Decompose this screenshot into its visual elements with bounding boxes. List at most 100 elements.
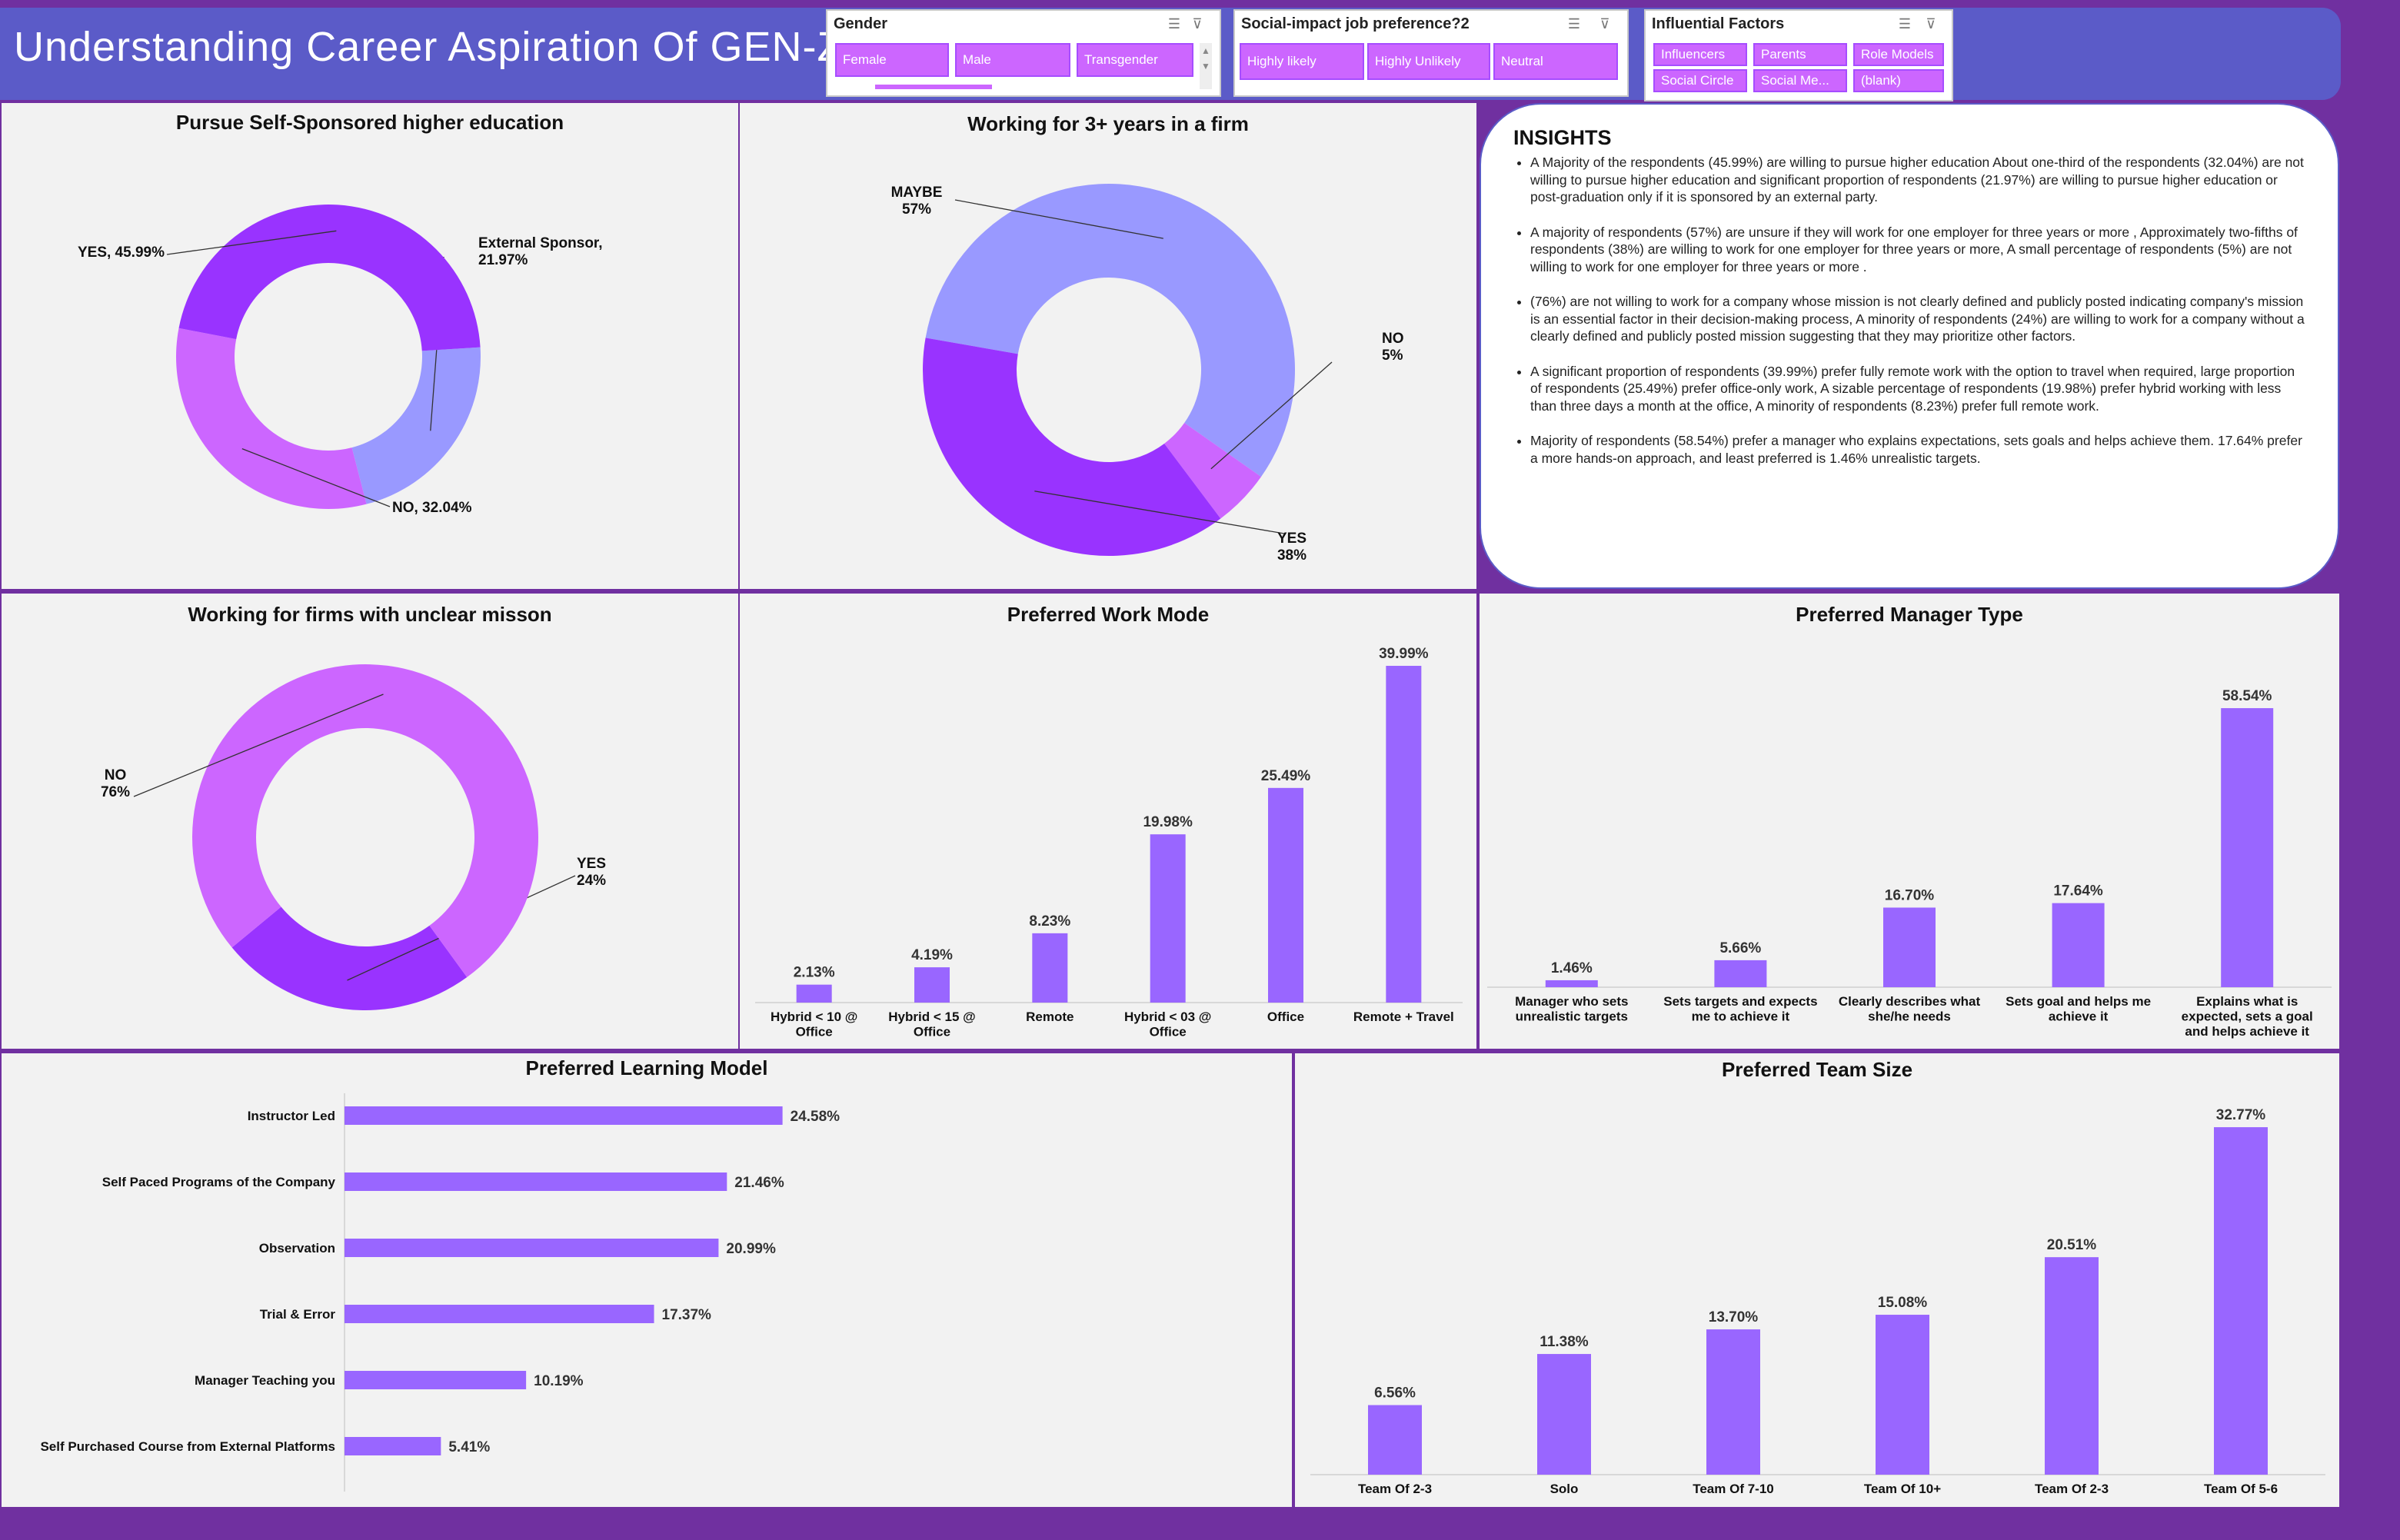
multi-select-icon[interactable]: ☰ bbox=[1566, 15, 1583, 32]
influential-factors-slicer[interactable]: Influential Factors ☰ ⊽ Influencers Pare… bbox=[1644, 9, 1953, 101]
multi-select-icon[interactable]: ☰ bbox=[1896, 15, 1913, 32]
bar bbox=[345, 1305, 654, 1323]
social-chip-neutral[interactable]: Neutral bbox=[1493, 43, 1618, 80]
bar bbox=[2052, 903, 2105, 987]
bar bbox=[2214, 1127, 2268, 1475]
bar bbox=[345, 1172, 727, 1191]
data-label: External Sponsor, 21.97% bbox=[478, 235, 603, 268]
bar-value-label: 39.99% bbox=[1379, 646, 1429, 662]
insight-item: A majority of respondents (57%) are unsu… bbox=[1530, 224, 2307, 276]
influence-chip-social-circle[interactable]: Social Circle bbox=[1653, 69, 1747, 92]
bar bbox=[1368, 1405, 1422, 1475]
category-label: Explains what is expected, sets a goal and… bbox=[2182, 994, 2313, 1039]
data-label: YES 24% bbox=[577, 856, 606, 889]
category-label: Office bbox=[1267, 1009, 1304, 1024]
bar-value-label: 6.56% bbox=[1374, 1385, 1416, 1402]
bar bbox=[345, 1239, 719, 1257]
multi-select-icon[interactable]: ☰ bbox=[1166, 15, 1183, 32]
bar bbox=[1545, 980, 1598, 987]
panel-team-size: Preferred Team Size 6.56% Team Of 2-3 11.3… bbox=[1295, 1053, 2339, 1507]
gender-chip-transgender[interactable]: Transgender bbox=[1077, 43, 1193, 77]
data-label: YES 38% bbox=[1277, 531, 1307, 564]
bar-value-label: 21.46% bbox=[734, 1175, 784, 1191]
category-label: Manager who sets unrealistic targets bbox=[1515, 994, 1628, 1024]
bar bbox=[1386, 666, 1422, 1003]
bar-value-label: 24.58% bbox=[791, 1109, 840, 1125]
bar bbox=[1150, 834, 1186, 1003]
influence-chip-blank[interactable]: (blank) bbox=[1853, 69, 1944, 92]
dashboard-title: Understanding Career Aspiration Of GEN-Z bbox=[14, 24, 844, 70]
influence-chip-social-media[interactable]: Social Me... bbox=[1753, 69, 1847, 92]
category-label: Manager Teaching you bbox=[195, 1373, 335, 1388]
influence-chip-role-models[interactable]: Role Models bbox=[1853, 43, 1944, 66]
gender-chip-female[interactable]: Female bbox=[835, 43, 949, 77]
category-label: Hybrid < 15 @ Office bbox=[888, 1009, 975, 1039]
social-impact-slicer[interactable]: Social-impact job preference?2 ☰ ⊽ Highl… bbox=[1233, 9, 1629, 97]
social-impact-slicer-title: Social-impact job preference?2 bbox=[1241, 15, 1470, 32]
category-label: Team Of 2-3 bbox=[1358, 1482, 1432, 1496]
bar-value-label: 5.66% bbox=[1719, 940, 1761, 956]
donut-slice-external-sponsor bbox=[351, 347, 481, 504]
chart-higher-education: External Sponsor, 21.97% NO, 32.04% YES, 45… bbox=[78, 205, 603, 516]
slicer-scrollbar[interactable]: ▲ ▼ bbox=[1200, 43, 1212, 89]
bar bbox=[345, 1371, 527, 1389]
category-label: Hybrid < 10 @ Office bbox=[771, 1009, 857, 1039]
category-label: Team Of 2-3 bbox=[2035, 1482, 2109, 1496]
category-label: Hybrid < 03 @ Office bbox=[1124, 1009, 1211, 1039]
clear-filter-icon[interactable]: ⊽ bbox=[1189, 15, 1206, 32]
bar bbox=[2045, 1257, 2099, 1475]
category-label: Team Of 10+ bbox=[1864, 1482, 1941, 1496]
panel-three-years: Working for 3+ years in a firm MAYBE 57% N… bbox=[740, 103, 1476, 589]
panel-manager-type: Preferred Manager Type 1.46% Manager who … bbox=[1480, 594, 2339, 1049]
data-label: YES, 45.99% bbox=[78, 244, 165, 261]
bar-value-label: 15.08% bbox=[1878, 1295, 1928, 1311]
bar-value-label: 25.49% bbox=[1261, 768, 1311, 784]
bar-value-label: 58.54% bbox=[2222, 688, 2272, 704]
chart-manager-type: 1.46% Manager who sets unrealistic targets… bbox=[1487, 688, 2332, 1039]
gender-chip-male[interactable]: Male bbox=[955, 43, 1070, 77]
insight-item: Majority of respondents (58.54%) prefer … bbox=[1530, 432, 2307, 467]
influential-factors-slicer-title: Influential Factors bbox=[1652, 15, 1785, 32]
bar bbox=[796, 984, 832, 1003]
donut-slice-yes bbox=[231, 906, 468, 1010]
bar-value-label: 5.41% bbox=[448, 1439, 490, 1455]
clear-filter-icon[interactable]: ⊽ bbox=[1596, 15, 1613, 32]
donut-slice-no bbox=[192, 664, 538, 978]
bar bbox=[1714, 960, 1767, 987]
bar-value-label: 10.19% bbox=[534, 1373, 584, 1389]
category-label: Remote bbox=[1026, 1009, 1074, 1024]
category-label: Trial & Error bbox=[260, 1307, 336, 1322]
insight-item: A Majority of the respondents (45.99%) a… bbox=[1530, 154, 2307, 206]
panel-higher-education: Pursue Self-Sponsored higher education E… bbox=[2, 103, 738, 589]
bar-value-label: 1.46% bbox=[1551, 960, 1593, 976]
donut-slice-no bbox=[176, 328, 367, 509]
data-label: NO 5% bbox=[1382, 331, 1404, 364]
bar-value-label: 17.37% bbox=[662, 1307, 712, 1323]
chart-work-mode: 2.13% Hybrid < 10 @ Office 4.19% Hybrid < 15… bbox=[755, 646, 1463, 1039]
category-label: Self Paced Programs of the Company bbox=[102, 1175, 336, 1189]
insight-item: A significant proportion of respondents … bbox=[1530, 363, 2307, 415]
gender-slicer[interactable]: Gender ☰ ⊽ Female Male Transgender ▲ ▼ bbox=[826, 9, 1221, 97]
chart-three-years: MAYBE 57% NO 5% YES 38% bbox=[891, 183, 1404, 564]
influence-chip-influencers[interactable]: Influencers bbox=[1653, 43, 1747, 66]
clear-filter-icon[interactable]: ⊽ bbox=[1922, 15, 1939, 32]
social-chip-highly-likely[interactable]: Highly likely bbox=[1240, 43, 1364, 80]
category-label: Sets targets and expects me to achieve it bbox=[1663, 994, 1817, 1024]
bar-value-label: 19.98% bbox=[1143, 814, 1193, 830]
bar-value-label: 13.70% bbox=[1709, 1309, 1759, 1325]
social-chip-highly-unlikely[interactable]: Highly Unlikely bbox=[1367, 43, 1490, 80]
bar-value-label: 16.70% bbox=[1885, 887, 1935, 903]
bar-value-label: 20.99% bbox=[726, 1241, 776, 1257]
bar-value-label: 17.64% bbox=[2053, 883, 2103, 900]
insights-list: A Majority of the respondents (45.99%) a… bbox=[1513, 154, 2307, 484]
category-label: Team Of 7-10 bbox=[1693, 1482, 1774, 1496]
bar bbox=[345, 1437, 441, 1455]
influence-chip-parents[interactable]: Parents bbox=[1753, 43, 1847, 66]
insights-panel: INSIGHTS A Majority of the respondents (… bbox=[1480, 103, 2339, 589]
bar-value-label: 2.13% bbox=[794, 965, 835, 981]
slicer-scroll-thumb[interactable] bbox=[875, 85, 992, 89]
category-label: Clearly describes what she/he needs bbox=[1839, 994, 1981, 1024]
bar bbox=[914, 967, 950, 1003]
bar-value-label: 4.19% bbox=[911, 947, 953, 963]
category-label: Remote + Travel bbox=[1353, 1009, 1454, 1024]
